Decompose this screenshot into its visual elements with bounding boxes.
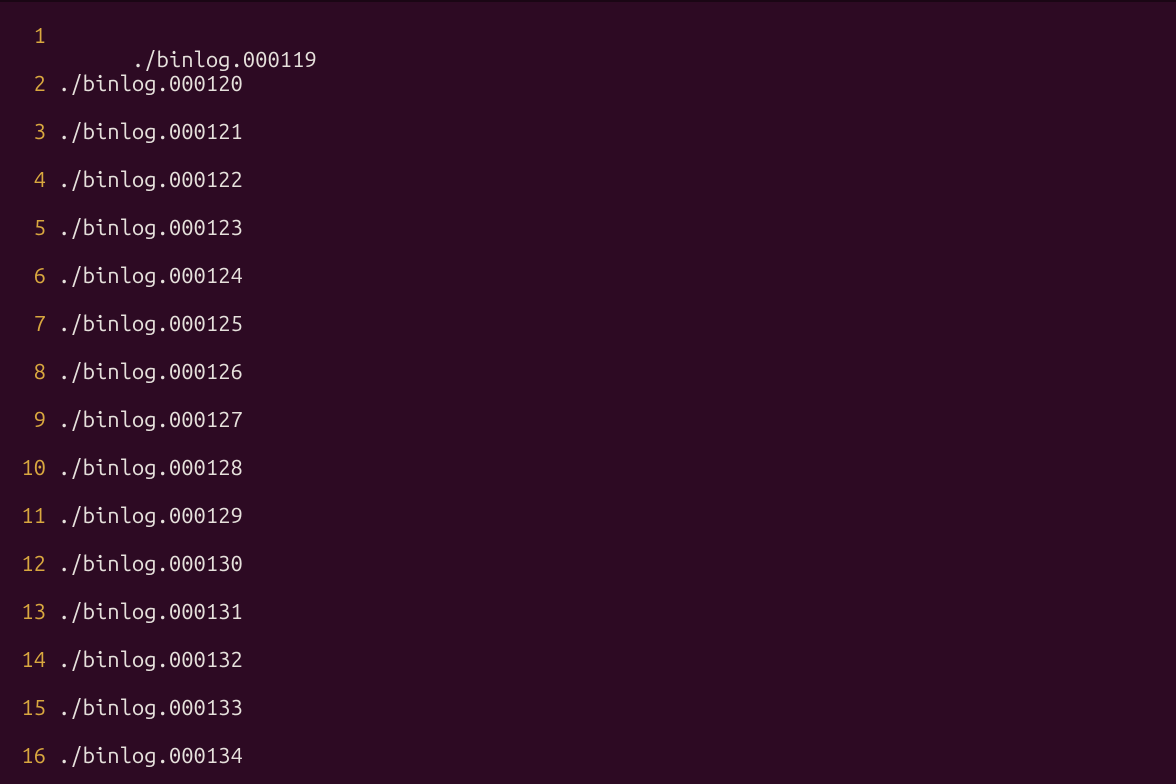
line-number: 4 [0, 156, 58, 204]
editor-line[interactable]: 14 ./binlog.000132 [0, 636, 1176, 684]
line-number: 14 [0, 636, 58, 684]
line-number: 15 [0, 684, 58, 732]
line-number: 1 [0, 12, 58, 60]
line-number: 16 [0, 732, 58, 780]
line-number: 5 [0, 204, 58, 252]
editor-line[interactable]: 4 ./binlog.000122 [0, 156, 1176, 204]
line-content[interactable]: ./binlog.000131 [58, 588, 243, 636]
editor-line[interactable]: 11 ./binlog.000129 [0, 492, 1176, 540]
line-content[interactable]: ./binlog.000124 [58, 252, 243, 300]
editor-line[interactable]: 12 ./binlog.000130 [0, 540, 1176, 588]
line-number: 12 [0, 540, 58, 588]
line-content[interactable]: ./binlog.000127 [58, 396, 243, 444]
line-content[interactable]: ./binlog.000128 [58, 444, 243, 492]
line-content[interactable]: ./binlog.000122 [58, 156, 243, 204]
editor-line[interactable]: 13 ./binlog.000131 [0, 588, 1176, 636]
text-editor[interactable]: 1 ./binlog.000119 2 ./binlog.000120 3 ./… [0, 12, 1176, 780]
line-content[interactable]: ./binlog.000123 [58, 204, 243, 252]
line-number: 11 [0, 492, 58, 540]
line-number: 13 [0, 588, 58, 636]
line-number: 2 [0, 60, 58, 108]
line-content[interactable]: ./binlog.000133 [58, 684, 243, 732]
editor-line[interactable]: 15 ./binlog.000133 [0, 684, 1176, 732]
editor-line[interactable]: 8 ./binlog.000126 [0, 348, 1176, 396]
editor-line[interactable]: 7 ./binlog.000125 [0, 300, 1176, 348]
line-number: 3 [0, 108, 58, 156]
line-number: 6 [0, 252, 58, 300]
editor-line[interactable]: 16 ./binlog.000134 [0, 732, 1176, 780]
line-number: 9 [0, 396, 58, 444]
line-content[interactable]: ./binlog.000126 [58, 348, 243, 396]
line-content[interactable]: ./binlog.000130 [58, 540, 243, 588]
editor-line[interactable]: 5 ./binlog.000123 [0, 204, 1176, 252]
editor-line[interactable]: 9 ./binlog.000127 [0, 396, 1176, 444]
line-content[interactable]: ./binlog.000121 [58, 108, 243, 156]
line-content[interactable]: ./binlog.000129 [58, 492, 243, 540]
editor-line[interactable]: 10 ./binlog.000128 [0, 444, 1176, 492]
editor-line[interactable]: 3 ./binlog.000121 [0, 108, 1176, 156]
line-content[interactable]: ./binlog.000132 [58, 636, 243, 684]
editor-line[interactable]: 6 ./binlog.000124 [0, 252, 1176, 300]
line-content[interactable]: ./binlog.000134 [58, 732, 243, 780]
line-content[interactable]: ./binlog.000125 [58, 300, 243, 348]
line-number: 10 [0, 444, 58, 492]
editor-line[interactable]: 2 ./binlog.000120 [0, 60, 1176, 108]
line-content[interactable]: ./binlog.000120 [58, 60, 243, 108]
line-number: 7 [0, 300, 58, 348]
line-number: 8 [0, 348, 58, 396]
editor-line[interactable]: 1 ./binlog.000119 [0, 12, 1176, 60]
